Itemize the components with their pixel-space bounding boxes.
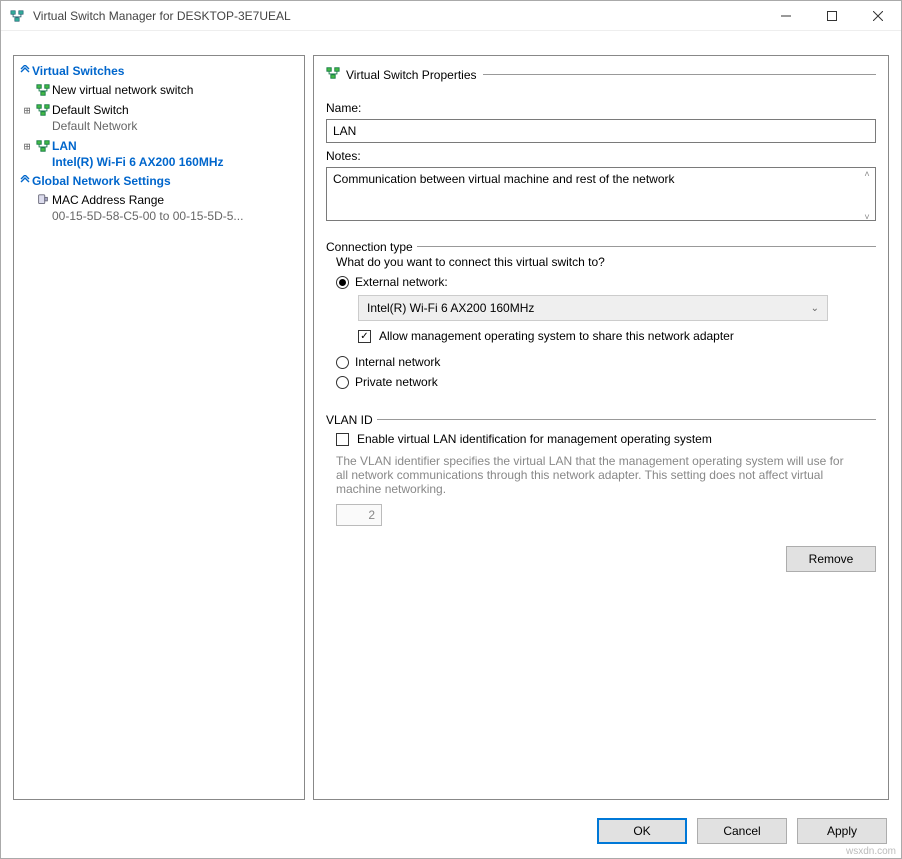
adapter-combobox[interactable]: Intel(R) Wi-Fi 6 AX200 160MHz ⌄ bbox=[358, 295, 828, 321]
collapse-icon bbox=[18, 64, 32, 78]
switch-tree: Virtual Switches New virtual network swi… bbox=[13, 55, 305, 800]
connection-question: What do you want to connect this virtual… bbox=[336, 255, 870, 269]
radio-label: Private network bbox=[355, 375, 438, 389]
checkbox-label: Enable virtual LAN identification for ma… bbox=[357, 432, 712, 446]
section-label: Virtual Switches bbox=[32, 64, 124, 78]
network-icon bbox=[326, 66, 340, 83]
watermark: wsxdn.com bbox=[846, 846, 896, 857]
header-text: Virtual Switch Properties bbox=[346, 68, 477, 82]
scroll-down-icon[interactable]: ˅ bbox=[860, 212, 874, 222]
tree-label: MAC Address Range bbox=[52, 192, 300, 208]
tree-new-switch[interactable]: New virtual network switch bbox=[18, 80, 300, 100]
properties-panel: Virtual Switch Properties Name: Notes: ˄… bbox=[313, 55, 889, 800]
scroll-up-icon[interactable]: ˄ bbox=[860, 169, 874, 179]
tree-label: New virtual network switch bbox=[52, 83, 193, 97]
ok-button[interactable]: OK bbox=[597, 818, 687, 844]
maximize-button[interactable] bbox=[809, 1, 855, 31]
app-icon bbox=[9, 8, 25, 24]
chevron-down-icon: ⌄ bbox=[811, 303, 819, 314]
allow-mgmt-checkbox[interactable]: ✓ Allow management operating system to s… bbox=[358, 329, 870, 343]
radio-icon bbox=[336, 356, 349, 369]
radio-label: External network: bbox=[355, 275, 448, 289]
connection-type-legend: Connection type bbox=[326, 240, 417, 254]
tree-sublabel: Intel(R) Wi-Fi 6 AX200 160MHz bbox=[52, 154, 300, 170]
window-title: Virtual Switch Manager for DESKTOP-3E7UE… bbox=[33, 9, 763, 23]
vlan-id-input[interactable]: 2 bbox=[336, 504, 382, 526]
radio-internal[interactable]: Internal network bbox=[336, 355, 870, 369]
checkbox-label: Allow management operating system to sha… bbox=[379, 329, 734, 343]
network-icon bbox=[34, 102, 52, 117]
collapse-icon bbox=[18, 174, 32, 188]
name-input[interactable] bbox=[326, 119, 876, 143]
dialog-footer: OK Cancel Apply bbox=[1, 808, 901, 858]
vlan-legend: VLAN ID bbox=[326, 413, 377, 427]
radio-external[interactable]: External network: bbox=[336, 275, 870, 289]
notes-label: Notes: bbox=[326, 149, 876, 163]
radio-label: Internal network bbox=[355, 355, 440, 369]
window-root: Virtual Switch Manager for DESKTOP-3E7UE… bbox=[0, 0, 902, 859]
tree-label: LAN bbox=[52, 138, 300, 154]
section-label: Global Network Settings bbox=[32, 174, 171, 188]
remove-button[interactable]: Remove bbox=[786, 546, 876, 572]
network-icon bbox=[34, 138, 52, 153]
expand-icon[interactable]: ⊞ bbox=[20, 138, 34, 155]
tree-sublabel: Default Network bbox=[52, 118, 300, 134]
divider bbox=[483, 74, 877, 75]
tree-label: Default Switch bbox=[52, 102, 300, 118]
minimize-button[interactable] bbox=[763, 1, 809, 31]
apply-button[interactable]: Apply bbox=[797, 818, 887, 844]
vlan-group: VLAN ID Enable virtual LAN identificatio… bbox=[326, 413, 876, 530]
expand-icon[interactable]: ⊞ bbox=[20, 102, 34, 119]
connection-type-group: Connection type What do you want to conn… bbox=[326, 240, 876, 397]
vlan-help-text: The VLAN identifier specifies the virtua… bbox=[336, 454, 846, 496]
network-icon bbox=[34, 82, 52, 97]
checkbox-unchecked-icon bbox=[336, 433, 349, 446]
adapter-selected: Intel(R) Wi-Fi 6 AX200 160MHz bbox=[367, 301, 534, 315]
name-label: Name: bbox=[326, 101, 876, 115]
section-global-settings[interactable]: Global Network Settings bbox=[18, 172, 300, 190]
checkbox-checked-icon: ✓ bbox=[358, 330, 371, 343]
radio-icon bbox=[336, 276, 349, 289]
radio-icon bbox=[336, 376, 349, 389]
tree-mac-range[interactable]: MAC Address Range 00-15-5D-58-C5-00 to 0… bbox=[18, 190, 300, 226]
cancel-button[interactable]: Cancel bbox=[697, 818, 787, 844]
radio-private[interactable]: Private network bbox=[336, 375, 870, 389]
tree-sublabel: 00-15-5D-58-C5-00 to 00-15-5D-5... bbox=[52, 208, 300, 224]
notes-input[interactable] bbox=[326, 167, 876, 221]
tree-default-switch[interactable]: ⊞ Default Switch Default Network bbox=[18, 100, 300, 136]
titlebar: Virtual Switch Manager for DESKTOP-3E7UE… bbox=[1, 1, 901, 31]
nic-icon bbox=[34, 192, 52, 207]
section-virtual-switches[interactable]: Virtual Switches bbox=[18, 62, 300, 80]
tree-lan-switch[interactable]: ⊞ LAN Intel(R) Wi-Fi 6 AX200 160MHz bbox=[18, 136, 300, 172]
properties-header: Virtual Switch Properties bbox=[326, 66, 876, 83]
vlan-enable-checkbox[interactable]: Enable virtual LAN identification for ma… bbox=[336, 432, 870, 446]
close-button[interactable] bbox=[855, 1, 901, 31]
